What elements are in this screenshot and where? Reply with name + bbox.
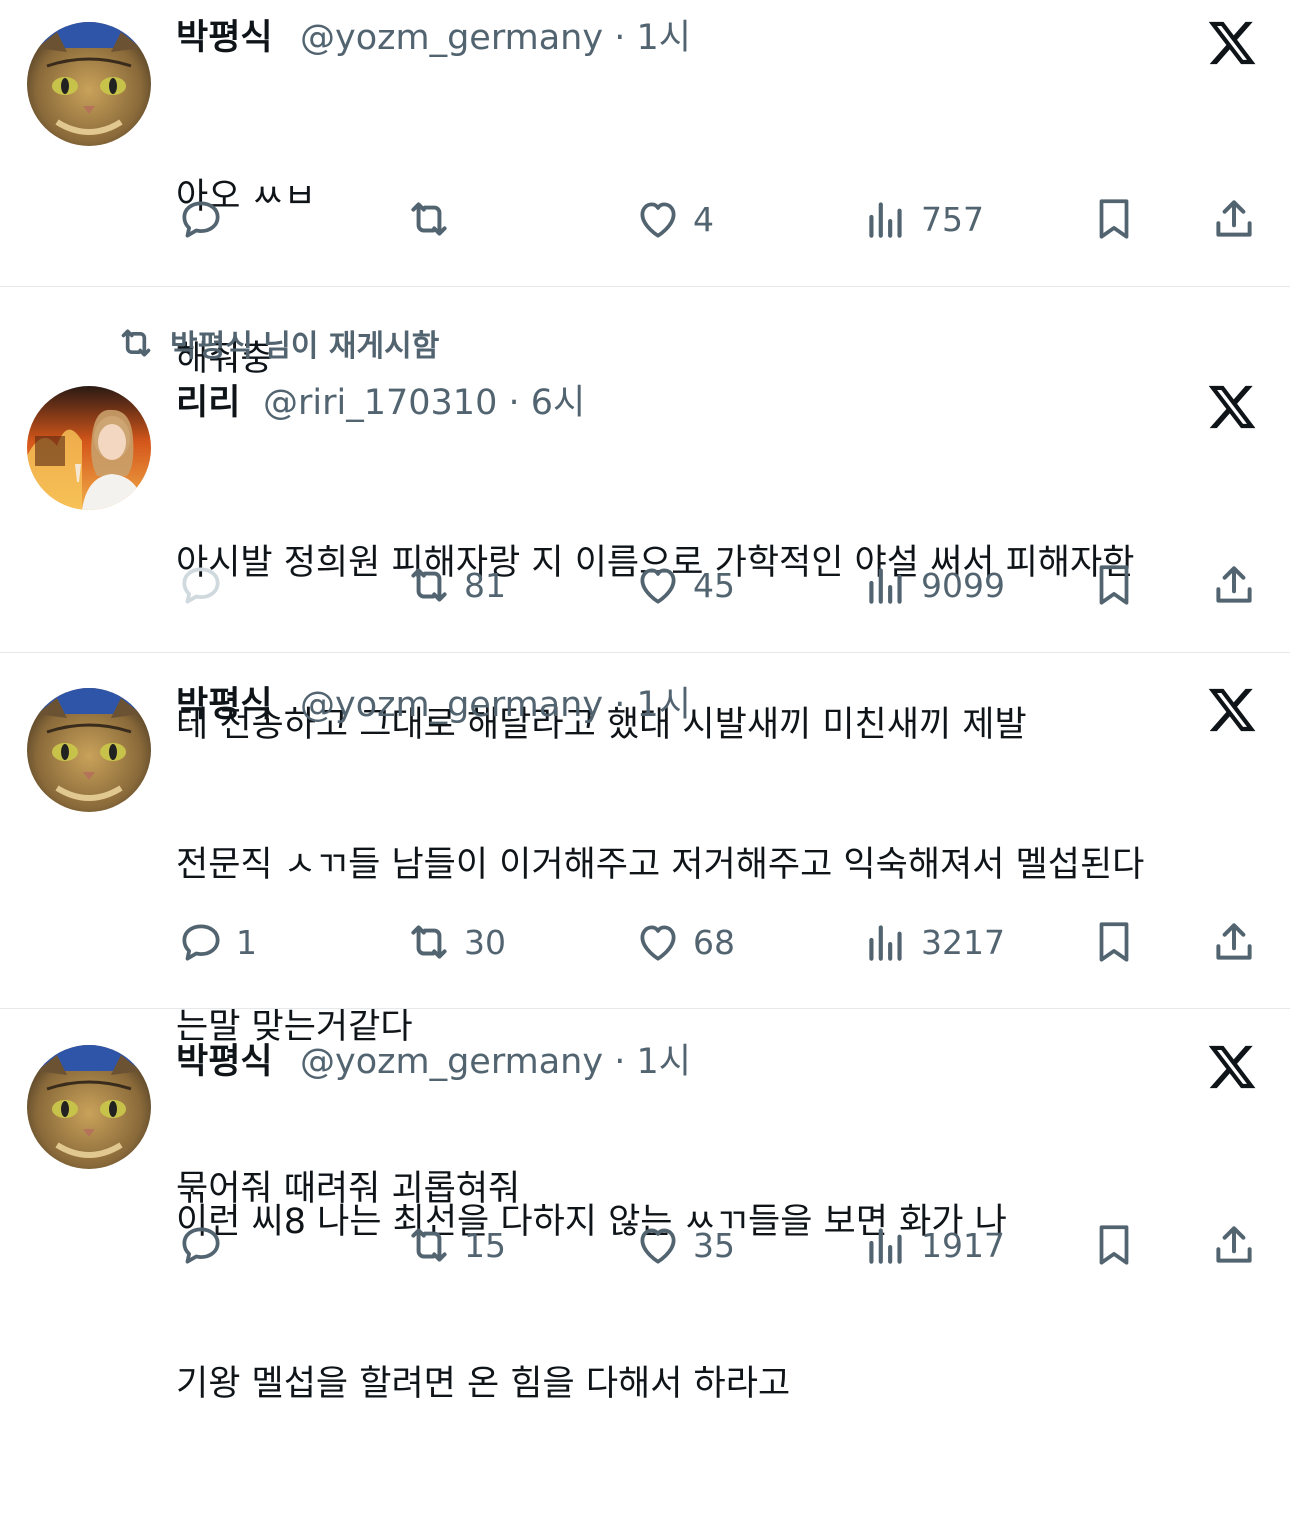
x-logo-icon xyxy=(1208,1045,1256,1089)
retweet-icon xyxy=(411,1228,447,1262)
bookmark-button[interactable] xyxy=(1089,1220,1139,1270)
heart-icon xyxy=(640,1228,676,1264)
dot-separator: · xyxy=(603,1042,637,1082)
reply-icon xyxy=(182,1227,220,1264)
display-name[interactable]: 박평식 xyxy=(176,1042,273,1082)
tweet-text: 이런 씨8 나는 최선을 다하지 않는 ㅆㄲ들을 보면 화가 나 기왕 멜섭을 … xyxy=(176,1087,1007,1519)
retweet-count: 15 xyxy=(464,1225,506,1265)
timestamp[interactable]: 1시 xyxy=(636,1042,690,1082)
views-button[interactable]: 1917 xyxy=(861,1220,1005,1270)
like-count: 35 xyxy=(693,1225,735,1265)
handle-and-time[interactable]: @yozm_germany · 1시 xyxy=(300,1042,691,1082)
like-button[interactable]: 35 xyxy=(633,1220,735,1270)
share-button[interactable] xyxy=(1209,1220,1259,1270)
reply-button[interactable] xyxy=(176,1220,236,1270)
views-chart-icon xyxy=(869,1228,902,1264)
avatar[interactable] xyxy=(27,1045,151,1169)
tweet[interactable]: 박평식 @yozm_germany · 1시 이런 씨8 나는 최선을 다하지 … xyxy=(0,0,1290,1404)
retweet-button[interactable]: 15 xyxy=(404,1220,506,1270)
tweet-text-line: 기왕 멜섭을 할려면 온 힘을 다해서 하라고 xyxy=(176,1364,791,1404)
view-count: 1917 xyxy=(921,1225,1005,1265)
share-icon xyxy=(1216,1226,1252,1263)
bookmark-icon xyxy=(1099,1225,1129,1265)
handle[interactable]: @yozm_germany xyxy=(300,1042,603,1082)
cat-avatar-image xyxy=(27,1045,151,1169)
